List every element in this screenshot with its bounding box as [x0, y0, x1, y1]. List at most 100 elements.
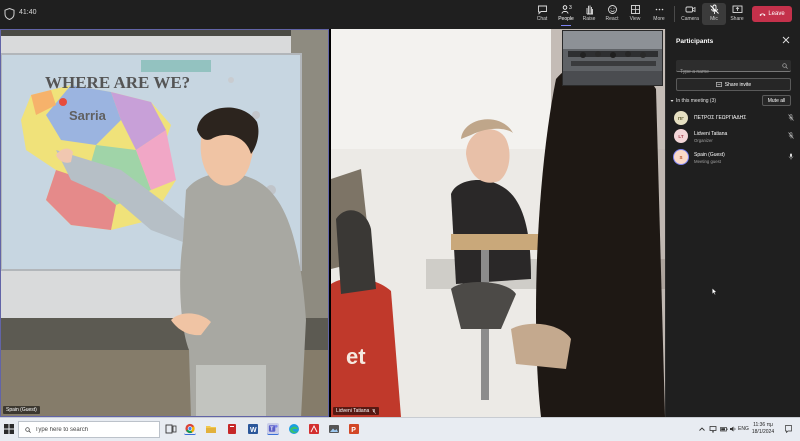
- mouse-cursor-icon: [712, 288, 717, 295]
- shield-icon[interactable]: [4, 8, 15, 20]
- file-explorer-icon[interactable]: [205, 423, 217, 435]
- share-invite-button[interactable]: Share invite: [676, 78, 791, 91]
- windows-start-icon[interactable]: [4, 424, 14, 434]
- task-view-icon[interactable]: [165, 423, 177, 435]
- mic-off-icon: [709, 4, 719, 14]
- chevron-up-icon[interactable]: [698, 425, 706, 433]
- share-label: Share: [730, 16, 744, 22]
- slide-title: WHERE ARE WE?: [45, 73, 190, 92]
- tile-name: Lidveni Tatiana: [336, 408, 370, 414]
- svg-text:P: P: [351, 427, 356, 434]
- react-label: React: [605, 16, 619, 22]
- section-label: In this meeting (3): [676, 98, 717, 104]
- classroom-video: WHERE ARE WE? Sarria: [1, 30, 328, 416]
- raise-label: Raise: [582, 16, 596, 22]
- chat-label: Chat: [536, 16, 548, 22]
- participant-name: Spain (Guest): [694, 152, 725, 158]
- search-icon: [782, 63, 788, 69]
- view-label: View: [629, 16, 641, 22]
- share-button[interactable]: Share: [725, 3, 749, 25]
- leave-button[interactable]: Leave: [752, 6, 792, 22]
- panel-title: Participants: [676, 38, 714, 45]
- battery-icon[interactable]: [720, 425, 728, 433]
- avatar: ΠΓ: [674, 111, 688, 125]
- avatar: LT: [674, 129, 688, 143]
- close-icon[interactable]: [782, 36, 790, 44]
- classroom-video: et: [331, 29, 665, 417]
- view-button[interactable]: View: [623, 3, 647, 25]
- search-icon: [25, 426, 31, 433]
- clock-date: 18/1/2024: [751, 429, 775, 435]
- photos-icon[interactable]: [328, 423, 340, 435]
- people-button[interactable]: 3 People: [554, 3, 578, 26]
- taskbar-search-input[interactable]: [35, 426, 155, 433]
- chat-icon: [537, 5, 547, 15]
- clock-time: 11:36 πμ: [753, 422, 773, 428]
- hang-up-icon: [759, 13, 766, 16]
- camera-icon: [685, 6, 695, 13]
- edge-icon[interactable]: [288, 423, 300, 435]
- mute-all-button[interactable]: Mute all: [762, 95, 791, 106]
- slide-label: Sarria: [69, 108, 107, 123]
- more-dots-icon: [655, 8, 663, 11]
- chat-button[interactable]: Chat: [530, 3, 554, 25]
- participant-row[interactable]: LT Lidveni Tatiana Organizer: [674, 129, 794, 145]
- toolbar-divider: [674, 6, 675, 22]
- share-screen-icon: [732, 5, 742, 13]
- app-icon[interactable]: [226, 423, 238, 435]
- chrome-icon[interactable]: [184, 423, 196, 435]
- system-clock[interactable]: 11:36 πμ 18/1/2024: [748, 422, 778, 436]
- video-tile-lidveni-tatiana[interactable]: et Lidveni Tatiana: [331, 29, 665, 417]
- powerpoint-icon[interactable]: P: [348, 423, 360, 435]
- chevron-down-icon: [670, 100, 674, 102]
- mic-label: Mic: [710, 16, 718, 22]
- share-invite-label: Share invite: [724, 81, 752, 88]
- mic-off-icon: [788, 114, 794, 121]
- leave-label: Leave: [768, 11, 785, 17]
- raise-hand-button[interactable]: Raise: [577, 3, 601, 25]
- windows-taskbar: W T P ENG 11:36 πμ 18/1/2024: [0, 417, 800, 441]
- participant-name: ΠΕΤΡΟΣ ΓΕΩΡΓΙΑΔΗΣ: [694, 115, 747, 121]
- participant-role: Meeting guest: [694, 159, 721, 164]
- volume-icon[interactable]: [729, 425, 737, 433]
- word-icon[interactable]: W: [247, 423, 259, 435]
- poster-text: et: [346, 344, 366, 369]
- active-indicator: [561, 25, 571, 26]
- hand-icon: [586, 5, 593, 15]
- mic-button[interactable]: Mic: [702, 3, 726, 25]
- network-icon[interactable]: [709, 425, 717, 433]
- camera-button[interactable]: Camera: [678, 3, 702, 25]
- mic-icon: [788, 153, 794, 160]
- acrobat-icon[interactable]: [308, 423, 320, 435]
- participants-panel: Participants Share invite In this meetin…: [665, 29, 800, 417]
- participant-row[interactable]: ΠΓ ΠΕΤΡΟΣ ΓΕΩΡΓΙΑΔΗΣ: [674, 111, 794, 127]
- camera-label: Camera: [681, 16, 699, 22]
- meeting-toolbar: 41:40 Chat 3 People Raise React View Mor…: [0, 0, 800, 29]
- more-button[interactable]: More: [647, 3, 671, 25]
- self-view-video[interactable]: [562, 30, 663, 86]
- in-meeting-section-toggle[interactable]: In this meeting (3): [670, 98, 716, 104]
- react-button[interactable]: React: [600, 3, 624, 25]
- mic-off-icon: [372, 408, 377, 414]
- teams-icon[interactable]: T: [267, 423, 279, 435]
- people-count: 3: [569, 5, 572, 11]
- smiley-icon: [607, 5, 617, 14]
- participant-search-field[interactable]: [676, 60, 791, 78]
- video-tile-spain-guest[interactable]: WHERE ARE WE? Sarria Spain (Guest): [0, 29, 329, 417]
- meeting-timer: 41:40: [19, 9, 37, 16]
- notification-icon[interactable]: [785, 425, 792, 433]
- participant-search-input[interactable]: [676, 66, 776, 78]
- participant-row[interactable]: S Spain (Guest) Meeting guest: [674, 150, 794, 166]
- taskbar-search-field[interactable]: [18, 421, 160, 438]
- participant-role: Organizer: [694, 138, 713, 143]
- participant-name: Lidveni Tatiana: [694, 131, 728, 137]
- people-label: People: [558, 16, 574, 22]
- tile-name-tag: Spain (Guest): [3, 406, 40, 414]
- tile-name-tag: Lidveni Tatiana: [333, 407, 380, 415]
- mute-all-label: Mute all: [767, 97, 786, 104]
- grid-view-icon: [630, 5, 640, 14]
- share-icon: [715, 82, 722, 87]
- more-label: More: [653, 16, 665, 22]
- avatar: S: [674, 150, 688, 164]
- svg-text:W: W: [250, 427, 257, 434]
